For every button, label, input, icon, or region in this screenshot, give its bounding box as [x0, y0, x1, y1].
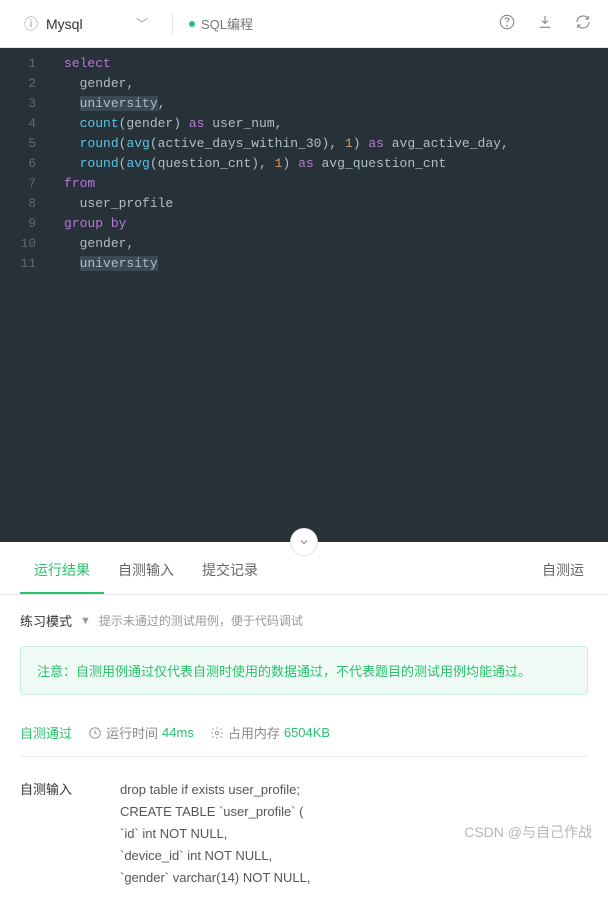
clock-icon: [88, 726, 102, 740]
list-item: `gender` varchar(14) NOT NULL,: [120, 867, 311, 889]
chevron-down-icon: ﹀: [136, 15, 148, 32]
memory-metric: 占用内存 6504KB: [210, 723, 330, 742]
list-item: `id` int NOT NULL,: [120, 823, 311, 845]
code-content: select gender, university, count(gender)…: [50, 48, 509, 274]
run-self-button[interactable]: 自测运: [538, 548, 588, 594]
info-icon: ⓘ: [24, 14, 38, 34]
pass-label: 自测通过: [20, 723, 72, 742]
runtime-value: 44ms: [162, 725, 194, 740]
tab-self-input[interactable]: 自测输入: [104, 548, 188, 594]
list-item: `device_id` int NOT NULL,: [120, 845, 311, 867]
modified-dot-icon: [189, 21, 195, 27]
top-actions: [498, 13, 592, 34]
code-editor[interactable]: 1234567891011 select gender, university,…: [0, 48, 608, 542]
tab-result[interactable]: 运行结果: [20, 548, 104, 594]
memory-value: 6504KB: [284, 725, 330, 740]
self-input-label: 自测输入: [20, 779, 80, 889]
list-item: CREATE TABLE `user_profile` (: [120, 801, 311, 823]
editor-tab[interactable]: SQL编程: [189, 14, 253, 33]
help-icon[interactable]: [498, 13, 516, 34]
mode-label[interactable]: 练习模式: [20, 611, 72, 630]
memory-icon: [210, 726, 224, 740]
refresh-icon[interactable]: [574, 13, 592, 34]
mode-row: 练习模式 ▼ 提示未通过的测试用例，便于代码调试: [0, 595, 608, 646]
runtime-metric: 运行时间 44ms: [88, 723, 194, 742]
list-item: drop table if exists user_profile;: [120, 779, 311, 801]
self-input-row: 自测输入 drop table if exists user_profile; …: [20, 771, 588, 897]
mode-hint: 提示未通过的测试用例，便于代码调试: [99, 612, 303, 629]
download-icon[interactable]: [536, 13, 554, 34]
language-select[interactable]: ⓘ Mysql ﹀: [16, 10, 156, 38]
runtime-label: 运行时间: [106, 723, 158, 742]
collapse-toggle[interactable]: [290, 528, 318, 556]
top-bar: ⓘ Mysql ﹀ SQL编程: [0, 0, 608, 48]
editor-tab-title: SQL编程: [201, 14, 253, 33]
tab-submit-history[interactable]: 提交记录: [188, 548, 272, 594]
self-input-content: drop table if exists user_profile; CREAT…: [120, 779, 311, 889]
pass-row: 自测通过 运行时间 44ms 占用内存 6504KB: [20, 709, 588, 757]
chevron-down-icon: [298, 536, 310, 548]
language-label: Mysql: [46, 16, 128, 32]
memory-label: 占用内存: [228, 723, 280, 742]
notice-box: 注意：自测用例通过仅代表自测时使用的数据通过，不代表题目的测试用例均能通过。: [20, 646, 588, 695]
chevron-down-icon[interactable]: ▼: [80, 615, 91, 627]
divider: [172, 14, 173, 34]
line-gutter: 1234567891011: [0, 48, 50, 274]
